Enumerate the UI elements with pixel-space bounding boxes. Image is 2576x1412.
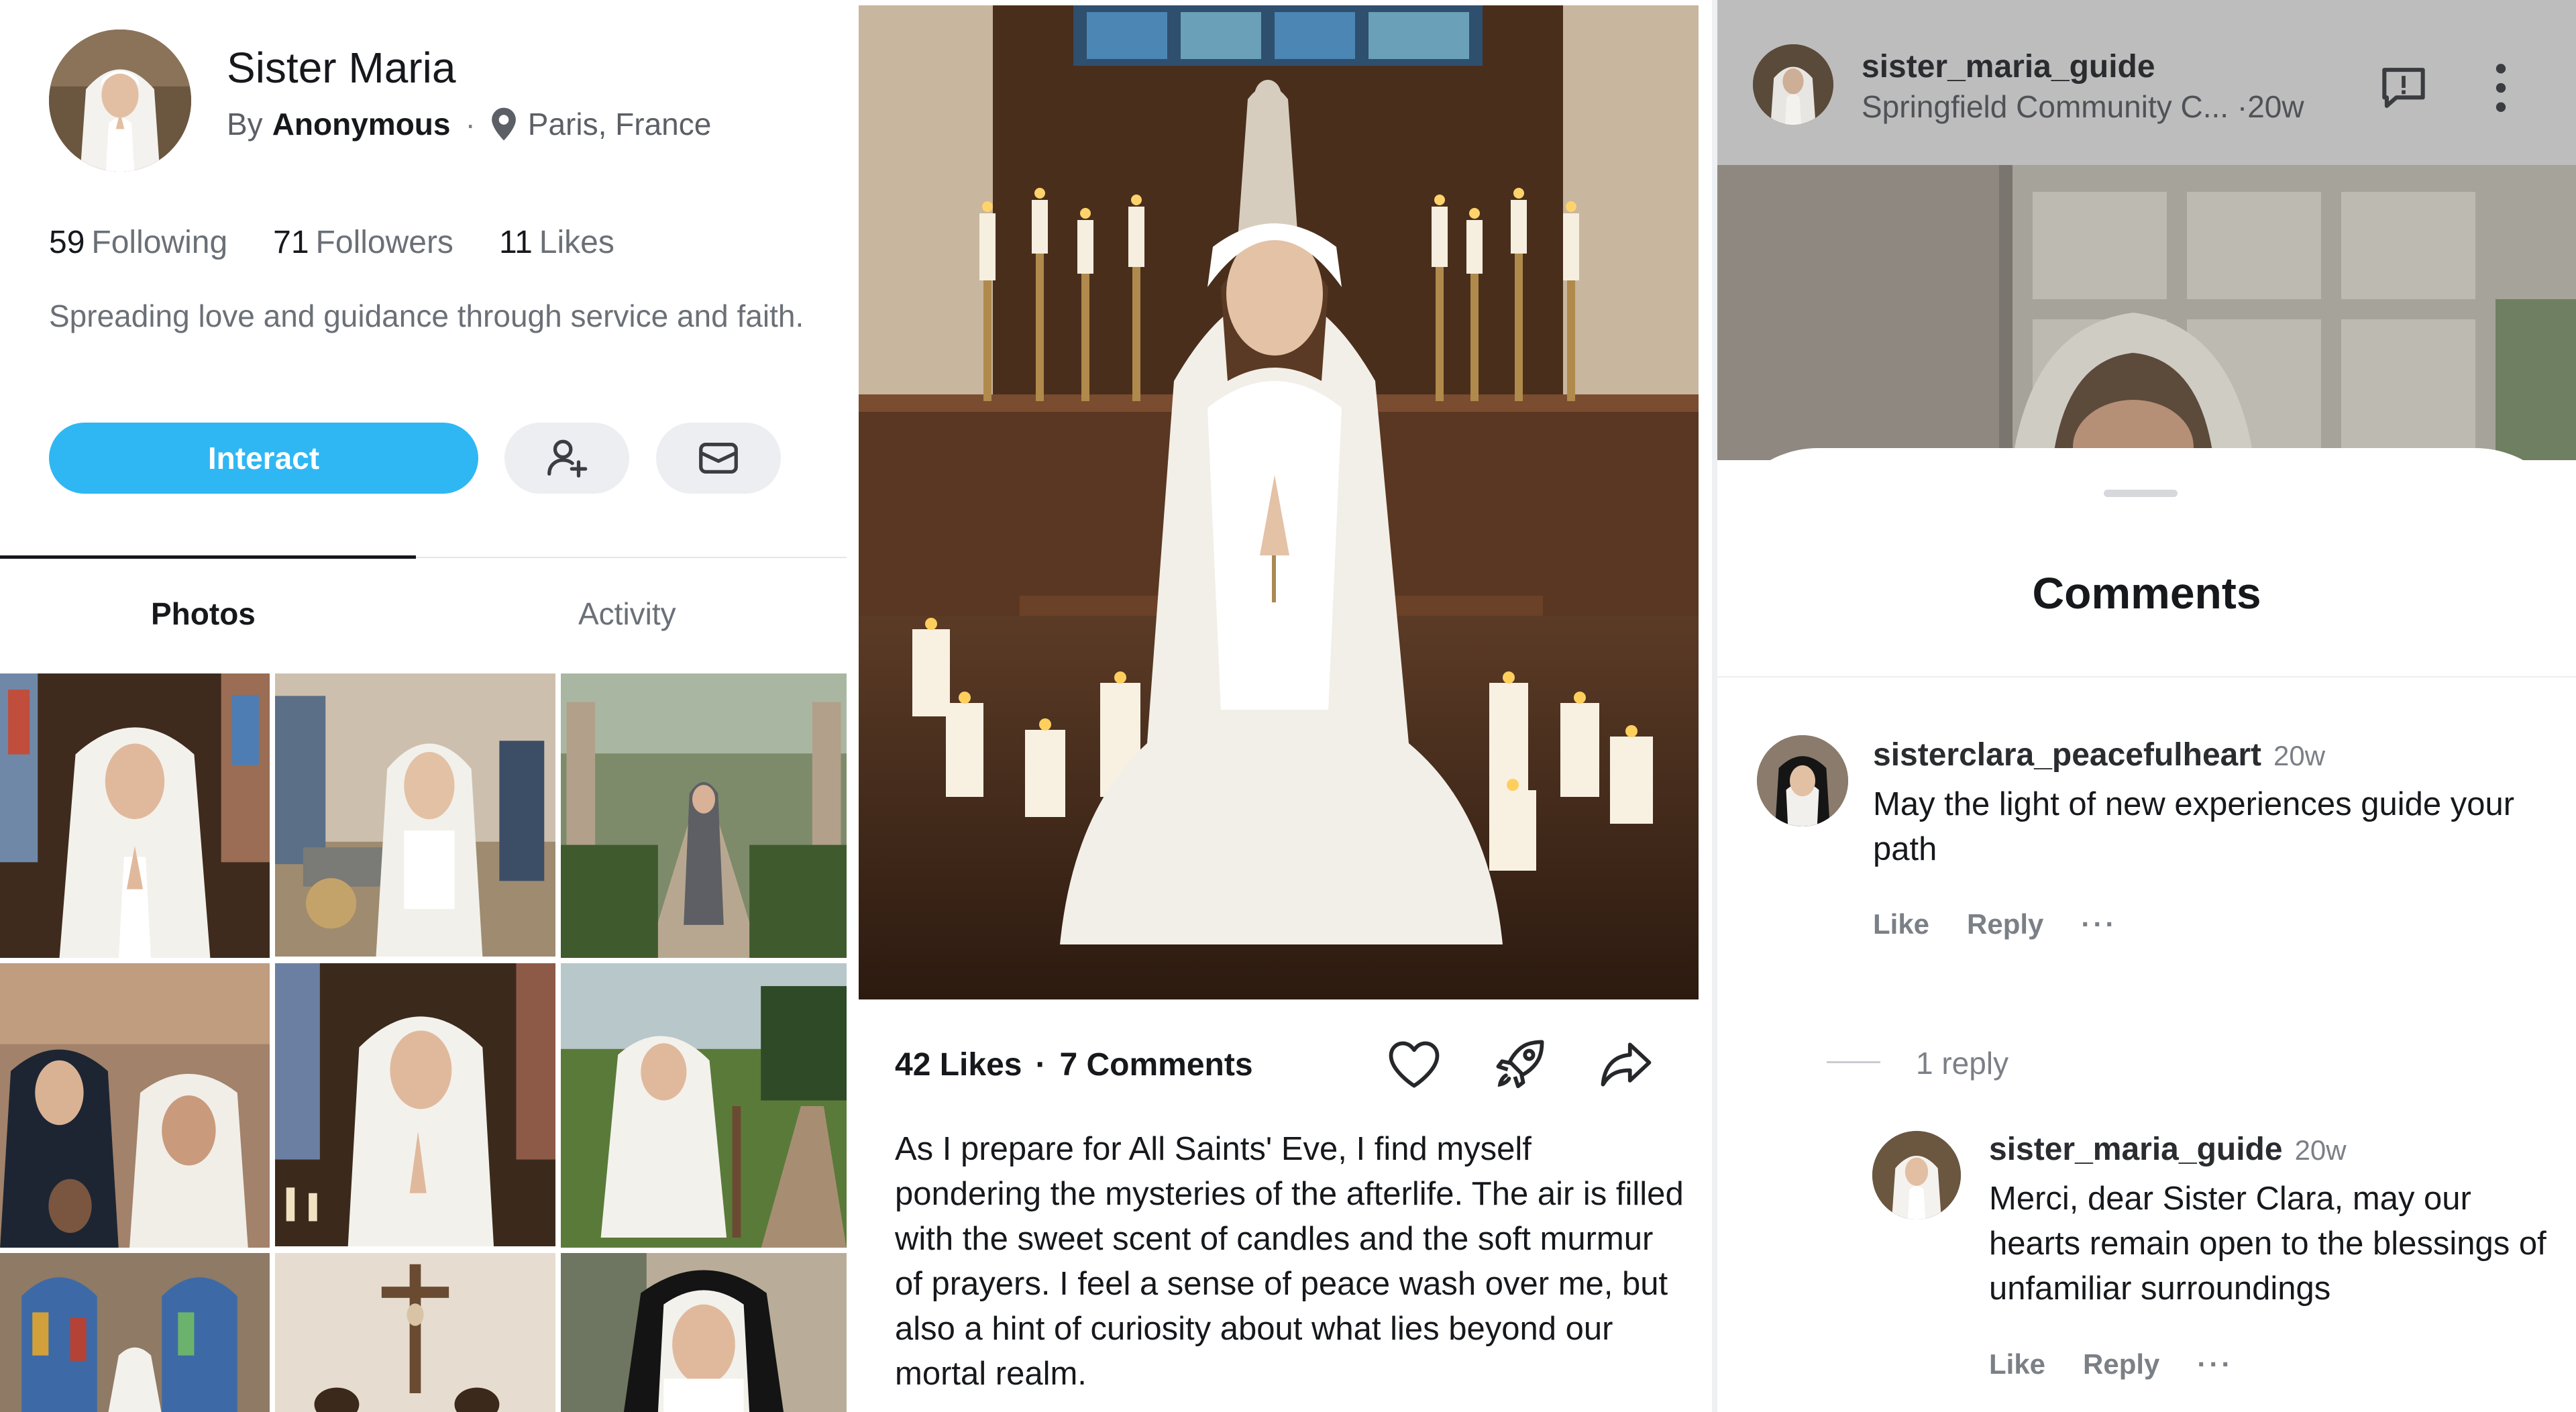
photo-thumbnail[interactable]: [0, 1253, 270, 1412]
reply-more-icon[interactable]: ···: [2197, 1348, 2233, 1380]
profile-bio: Spreading love and guidance through serv…: [49, 298, 804, 333]
profile-name: Sister Maria: [227, 44, 456, 92]
poster-username[interactable]: sister_maria_guide: [1862, 48, 2155, 85]
photo-thumbnail[interactable]: [275, 673, 555, 958]
stat-followers[interactable]: 71 Followers: [273, 224, 453, 261]
stat-label: Following: [91, 225, 228, 260]
comment-more-icon[interactable]: ···: [2081, 908, 2117, 940]
reply-author-avatar[interactable]: [1872, 1131, 1961, 1219]
reply-author: sister_maria_guide 20w: [1989, 1131, 2347, 1168]
tab-activity[interactable]: Activity: [578, 596, 676, 632]
photo-grid: [0, 673, 847, 1412]
photo-thumbnail[interactable]: [0, 673, 270, 958]
poster-avatar[interactable]: [1753, 44, 1833, 125]
reply-time: 20w: [2294, 1134, 2347, 1166]
more-vertical-icon[interactable]: [2487, 59, 2514, 117]
post-caption: As I prepare for All Saints' Eve, I find…: [895, 1131, 1684, 1392]
post-location[interactable]: Springfield Community C...: [1862, 89, 2229, 124]
add-user-icon: [547, 439, 588, 478]
stat-value: 71: [273, 225, 309, 260]
stat-value: 11: [498, 225, 533, 260]
comment-text: May the light of new experiences guide y…: [1873, 786, 2515, 867]
report-icon[interactable]: [2375, 59, 2432, 117]
stat-following[interactable]: 59 Following: [49, 224, 227, 261]
photo-thumbnail[interactable]: [0, 963, 270, 1248]
photo-thumbnail[interactable]: [275, 963, 555, 1248]
message-button[interactable]: [656, 423, 781, 494]
comments-count[interactable]: 7 Comments: [1059, 1047, 1252, 1083]
follow-button[interactable]: [504, 423, 629, 494]
comment-time: 20w: [2273, 740, 2326, 771]
heart-icon[interactable]: [1383, 1033, 1445, 1095]
photo-thumbnail[interactable]: [275, 1253, 555, 1412]
reply-text: Merci, dear Sister Clara, may our hearts…: [1989, 1181, 2546, 1307]
rocket-icon[interactable]: [1489, 1033, 1551, 1095]
sheet-drag-handle[interactable]: [2104, 490, 2178, 497]
profile-panel: Sister Maria By Anonymous · Paris, Franc…: [0, 0, 847, 1412]
share-arrow-icon[interactable]: [1595, 1033, 1657, 1095]
comments-panel: sister_maria_guide Springfield Community…: [1717, 0, 2576, 1412]
photo-thumbnail[interactable]: [561, 963, 847, 1248]
view-replies-button[interactable]: 1 reply: [1916, 1045, 2008, 1081]
interact-button[interactable]: Interact: [49, 423, 478, 494]
map-pin-icon: [490, 107, 517, 142]
photo-thumbnail[interactable]: [561, 673, 847, 958]
comment-username[interactable]: sisterclara_peacefulheart: [1873, 737, 2261, 773]
post-stats: 42 Likes · 7 Comments: [895, 1046, 1253, 1083]
post-header: sister_maria_guide Springfield Community…: [1717, 0, 2576, 165]
photo-thumbnail[interactable]: [561, 1253, 847, 1412]
comments-title: Comments: [2032, 568, 2261, 618]
stat-label: Likes: [539, 225, 614, 260]
tab-photos[interactable]: Photos: [151, 596, 256, 632]
stats-separator: ·: [1035, 1047, 1046, 1083]
reply-actions: Like Reply ···: [1989, 1348, 2271, 1380]
stat-label: Followers: [315, 225, 453, 260]
post-location-line: Springfield Community C... ·20w: [1862, 89, 2304, 125]
profile-byline: By Anonymous · Paris, France: [227, 106, 711, 142]
comments-sheet: Comments sisterclara_peacefulheart 20w Ma…: [1717, 448, 2576, 1412]
stat-value: 59: [49, 225, 85, 260]
app-screen: Sister Maria By Anonymous · Paris, Franc…: [0, 0, 2576, 1412]
likes-count[interactable]: 42 Likes: [895, 1047, 1022, 1083]
commenter-avatar[interactable]: [1757, 735, 1848, 826]
sheet-divider: [1717, 676, 2576, 677]
post-panel: 42 Likes · 7 Comments As I prepare for All…: [847, 0, 1712, 1412]
profile-avatar[interactable]: [49, 30, 191, 172]
post-age: ·20w: [2237, 89, 2304, 124]
author-name[interactable]: Anonymous: [272, 106, 451, 142]
comment-like-button[interactable]: Like: [1873, 908, 1929, 940]
active-tab-indicator: [0, 555, 416, 559]
byline-separator: ·: [465, 107, 476, 142]
by-prefix: By: [227, 107, 263, 142]
reply-reply-button[interactable]: Reply: [2083, 1348, 2159, 1380]
comment-reply-button[interactable]: Reply: [1967, 908, 2043, 940]
reply-thread-line: [1827, 1061, 1880, 1063]
profile-stats: 59 Following 71 Followers 11 Likes: [49, 224, 614, 261]
post-photo-background: [1717, 165, 2576, 460]
comment-author: sisterclara_peacefulheart 20w: [1873, 737, 2325, 773]
reply-username[interactable]: sister_maria_guide: [1989, 1132, 2283, 1167]
reply-like-button[interactable]: Like: [1989, 1348, 2045, 1380]
comment-actions: Like Reply ···: [1873, 908, 2155, 940]
mail-icon: [699, 442, 738, 474]
stat-likes: 11 Likes: [499, 224, 614, 261]
post-photo[interactable]: [859, 5, 1699, 999]
profile-location: Paris, France: [527, 107, 712, 142]
